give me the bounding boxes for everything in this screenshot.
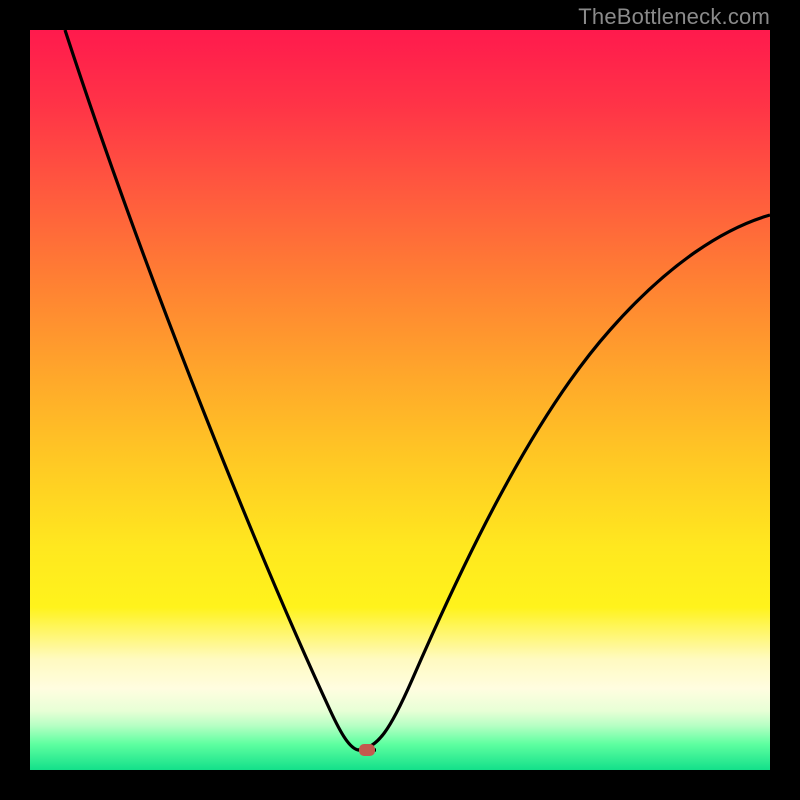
chart-stage: TheBottleneck.com <box>0 0 800 800</box>
watermark-text: TheBottleneck.com <box>578 4 770 30</box>
bottleneck-curve <box>30 30 770 770</box>
curve-right-branch <box>358 215 770 750</box>
optimal-point-marker <box>359 744 375 756</box>
plot-area <box>30 30 770 770</box>
curve-left-branch <box>65 30 376 750</box>
